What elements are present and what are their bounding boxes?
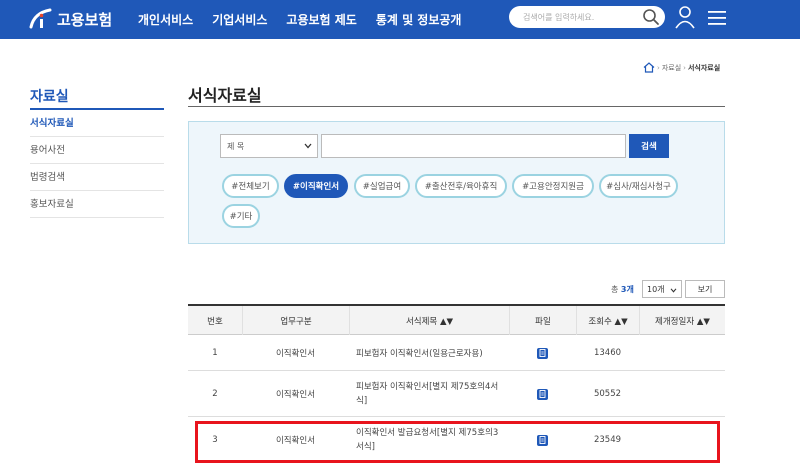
home-icon[interactable] [643,61,655,75]
tag-all[interactable]: #전체보기 [222,174,279,198]
sidebar-item-promotion[interactable]: 홍보자료실 [30,191,164,218]
user-icon[interactable] [675,5,695,33]
row-views: 50552 [593,389,622,399]
table-row: 2 이직확인서 피보험자 이직확인서[별지 제75호의4서식] 50552 [188,371,725,417]
row-category: 이직확인서 [275,390,316,400]
sidebar-menu: 서식자료실 용어사전 법령검색 홍보자료실 [30,110,164,218]
col-date-sort[interactable]: 제개정일자 ▲▼ [639,306,725,335]
tag-maternity-parental-leave[interactable]: #출산전후/육아휴직 [415,174,507,198]
row-file [509,371,576,417]
logo[interactable]: 고용보험 [28,6,112,32]
sidebar-item-glossary[interactable]: 용어사전 [30,137,164,164]
sidebar-item-forms[interactable]: 서식자료실 [30,110,164,137]
breadcrumb-current: 서식자료실 [687,64,721,72]
chevron-right-icon: › [657,64,660,72]
row-title-link[interactable]: 피보험자 이직확인서(일용근로자용) [356,335,506,371]
chevron-down-icon [304,142,312,151]
row-date [639,335,725,371]
header-search-input[interactable] [523,12,641,22]
col-number: 번호 [207,316,223,327]
page-size-value: 10개 [647,284,665,294]
menu-icon[interactable] [708,10,726,30]
row-category: 이직확인서 [275,349,316,359]
tag-unemployment-benefit[interactable]: #실업급여 [354,174,410,198]
breadcrumb-item[interactable]: 자료실 [662,63,681,73]
page-title: 서식자료실 [188,86,262,105]
search-field-select[interactable]: 제 목 [220,134,318,158]
sidebar-item-law-search[interactable]: 법령검색 [30,164,164,191]
col-category: 업무구분 [242,306,349,335]
tag-etc[interactable]: #기타 [222,204,260,228]
title-divider [188,106,725,107]
table-row: 1 이직확인서 피보험자 이직확인서(일용근로자용) 13460 [188,335,725,371]
tag-employment-subsidy[interactable]: #고용안정지원금 [512,174,594,198]
logo-icon [28,7,54,31]
table-header: 번호 업무구분 서식제목 ▲▼ 파일 조회수 ▲▼ 제개정일자 ▲▼ [188,306,725,335]
chevron-right-icon: › [683,64,686,72]
search-icon[interactable] [642,8,660,30]
breadcrumb: › 자료실 › 서식자료실 [643,61,721,75]
header-search [509,6,665,28]
row-views: 13460 [593,348,622,358]
chevron-down-icon [670,286,677,295]
view-button[interactable]: 보기 [685,280,725,298]
top-header: 고용보험 개인서비스 기업서비스 고용보험 제도 통계 및 정보공개 [0,0,800,39]
row-number: 2 [212,389,218,399]
search-filter-panel: 제 목 검색 #전체보기 #이직확인서 #실업급여 #출산전후/육아휴직 #고용… [188,121,725,244]
global-nav: 개인서비스 기업서비스 고용보험 제도 통계 및 정보공개 [138,0,480,39]
search-field-value: 제 목 [227,141,245,151]
keyword-input[interactable] [321,134,626,158]
nav-insurance-system[interactable]: 고용보험 제도 [286,11,356,28]
file-download-icon[interactable] [537,347,548,359]
page-size-select[interactable]: 10개 [642,280,682,298]
tag-appeal[interactable]: #심사/재심사청구 [599,174,678,198]
row-title-link[interactable]: 피보험자 이직확인서[별지 제75호의4서식] [356,371,506,417]
row-number: 1 [212,348,218,358]
file-download-icon[interactable] [537,388,548,400]
row-date [639,371,725,417]
nav-personal-services[interactable]: 개인서비스 [138,11,193,28]
col-title-sort[interactable]: 서식제목 ▲▼ [349,306,509,335]
col-file: 파일 [509,306,576,335]
row-file [509,335,576,371]
sidebar-title: 자료실 [30,89,69,105]
search-button[interactable]: 검색 [629,134,669,158]
logo-text: 고용보험 [57,10,113,29]
nav-company-services[interactable]: 기업서비스 [212,11,267,28]
highlight-box [195,421,720,463]
col-views-sort[interactable]: 조회수 ▲▼ [576,306,639,335]
result-count: 총 3개 [611,285,634,294]
tag-separation-certificate[interactable]: #이직확인서 [284,174,348,198]
nav-statistics[interactable]: 통계 및 정보공개 [376,11,462,28]
